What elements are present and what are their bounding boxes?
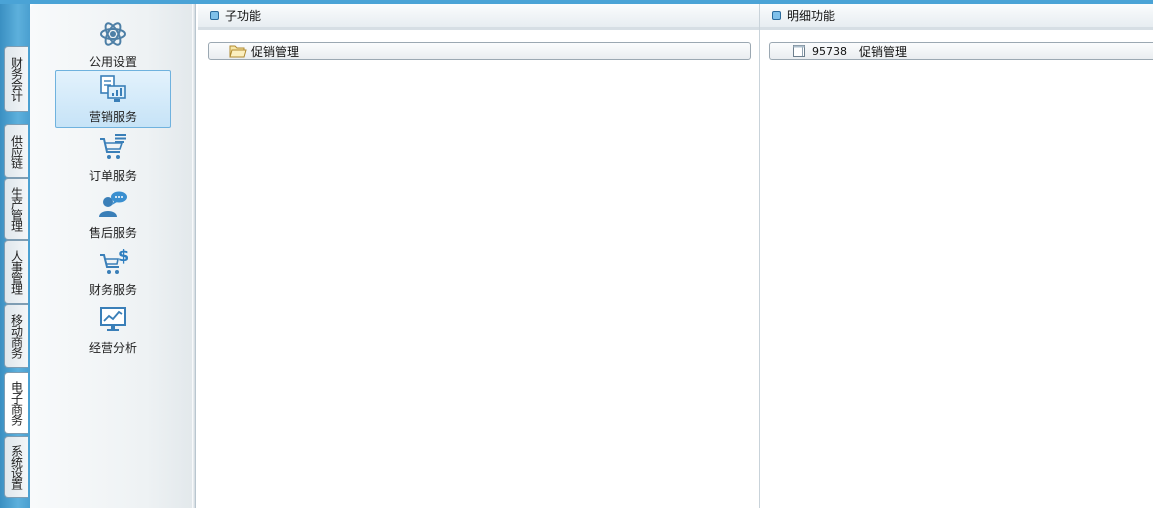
cart-dollar-icon: $ [100,247,128,274]
atom-icon [100,22,126,46]
svg-text:$: $ [118,247,128,265]
category-panel: 公用设置 营销服务 订单服务 售后服务 $ 财务服务 经营分析 [30,4,196,508]
square-bullet-icon [772,11,781,20]
tab-production[interactable]: 生产管理 [4,178,28,240]
detail-function-title: 明细功能 [787,9,836,23]
tab-label: 系统设置 [9,445,24,489]
square-bullet-icon [210,11,219,20]
page-icon [793,45,805,57]
tab-hr[interactable]: 人事管理 [4,240,28,304]
category-marketing-service[interactable]: 营销服务 [55,70,171,128]
tab-label: 供应链 [9,134,24,168]
category-common-settings[interactable]: 公用设置 [55,14,171,72]
monitor-chart-icon [100,307,126,331]
detail-function-item-promotion[interactable]: 95738 促销管理 [769,42,1153,60]
tab-mobile-commerce[interactable]: 移动商务 [4,304,28,368]
category-finance-service[interactable]: $ 财务服务 [55,242,171,300]
sub-function-item-label: 促销管理 [251,44,300,59]
sub-function-title: 子功能 [225,9,262,23]
tab-label: 电子商务 [9,381,24,425]
shopping-cart-list-icon [100,134,126,159]
category-after-sales[interactable]: 售后服务 [55,185,171,243]
detail-function-item-code: 95738 [812,44,847,58]
category-label: 经营分析 [88,341,137,355]
tab-system-settings[interactable]: 系统设置 [4,436,28,498]
detail-function-header: 明细功能 [760,4,1153,30]
panel-edge [192,4,195,508]
sub-function-header: 子功能 [198,4,759,30]
detail-function-item-label: 促销管理 [859,44,908,59]
tab-supply-chain[interactable]: 供应链 [4,124,28,178]
tab-label: 财务会计 [9,57,24,101]
folder-icon [229,45,247,58]
tab-label: 移动商务 [9,314,24,358]
tab-label: 生产管理 [9,187,24,231]
category-label: 营销服务 [88,110,137,124]
tab-e-commerce[interactable]: 电子商务 [4,372,28,434]
sub-function-item-promotion[interactable]: 促销管理 [208,42,751,60]
category-business-analysis[interactable]: 经营分析 [55,300,171,358]
category-label: 财务服务 [88,283,137,297]
user-chat-icon [99,191,127,217]
tab-label: 人事管理 [9,250,24,294]
document-chart-icon [100,75,126,102]
sub-function-pane: 子功能 促销管理 [198,4,760,508]
category-label: 售后服务 [88,226,137,240]
category-label: 订单服务 [88,169,137,183]
category-order-service[interactable]: 订单服务 [55,128,171,186]
detail-function-pane: 明细功能 95738 促销管理 [760,4,1153,508]
tab-finance[interactable]: 财务会计 [4,46,28,112]
